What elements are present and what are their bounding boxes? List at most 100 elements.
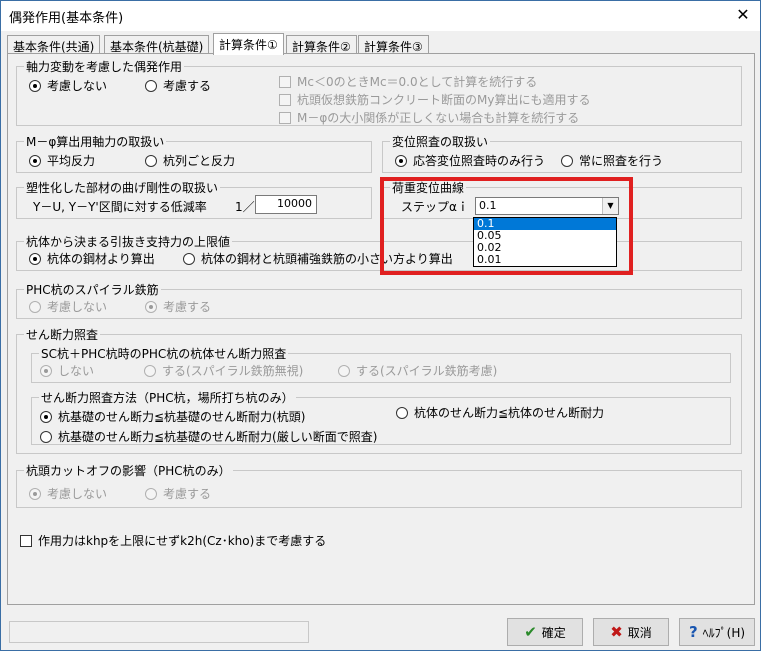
khp-checkbox[interactable]: 作用力はkhpを上限にせずk2h(Cz･kho)まで考慮する xyxy=(20,532,326,549)
radio-label: 杭列ごと反力 xyxy=(163,154,236,168)
radio-dot xyxy=(40,410,52,423)
cutoff-no-radio[interactable]: 考慮しない xyxy=(29,485,107,502)
mphi-group: M－φ算出用軸力の取扱い 平均反力 杭列ごと反力 xyxy=(16,133,372,173)
tab-calc-2[interactable]: 計算条件② xyxy=(286,35,357,54)
window-title: 偶発作用(基本条件) xyxy=(9,11,124,26)
step-label: ステップαｉ xyxy=(401,200,469,214)
shear-group-title: せん断力照査 xyxy=(24,326,101,343)
help-button[interactable]: ? ﾍﾙﾌﾟ(H) xyxy=(679,618,755,646)
phc-spiral-group: PHC杭のスパイラル鉄筋 考慮しない 考慮する xyxy=(16,281,742,319)
axial-no-radio[interactable]: 考慮しない xyxy=(29,77,107,94)
checkbox-box xyxy=(20,534,32,547)
sc-spiral-radio[interactable]: する(スパイラル鉄筋考慮) xyxy=(338,362,497,379)
cross-icon: ✖ xyxy=(610,623,623,641)
tab-panel: 軸力変動を考慮した偶発作用 考慮しない 考慮する Mc＜0のときMc＝0.0とし… xyxy=(7,53,755,605)
disp-check-group-title: 変位照査の取扱い xyxy=(390,133,491,150)
checkbox-label: Mc＜0のときMc＝0.0として計算を続行する xyxy=(297,75,538,89)
radio-dot xyxy=(396,406,408,419)
radio-dot xyxy=(40,364,52,377)
mphi-avg-radio[interactable]: 平均反力 xyxy=(29,152,95,169)
disp-always-radio[interactable]: 常に照査を行う xyxy=(561,152,663,169)
radio-label: 平均反力 xyxy=(47,154,96,168)
pullout-group-title: 杭体から決まる引抜き支持力の上限値 xyxy=(24,233,233,250)
sc-shear-group: SC杭＋PHC杭時のPHC杭の杭体せん断力照査 しない する(スパイラル鉄筋無視… xyxy=(31,345,731,383)
shear-method-group: せん断力照査方法（PHC杭，場所打ち杭のみ） 杭基礎のせん断力≦杭基礎のせん断耐… xyxy=(31,389,731,445)
shear-method-group-title: せん断力照査方法（PHC杭，場所打ち杭のみ） xyxy=(39,389,296,406)
shear-pilebody-radio[interactable]: 杭体のせん断力≦杭体のせん断耐力 xyxy=(396,404,604,421)
pullout-steel-radio[interactable]: 杭体の鋼材より算出 xyxy=(29,250,155,267)
help-button-label: ﾍﾙﾌﾟ(H) xyxy=(702,625,746,640)
radio-dot xyxy=(29,487,41,500)
radio-dot xyxy=(145,487,157,500)
cutoff-yes-radio[interactable]: 考慮する xyxy=(145,485,211,502)
tab-basic-common[interactable]: 基本条件(共通) xyxy=(7,35,101,54)
sc-no-spiral-radio[interactable]: する(スパイラル鉄筋無視) xyxy=(144,362,303,379)
checkbox-label: M－φの大小関係が正しくない場合も計算を続行する xyxy=(297,111,580,125)
radio-label: 考慮する xyxy=(163,79,212,93)
radio-label: する(スパイラル鉄筋考慮) xyxy=(356,364,498,378)
radio-dot xyxy=(145,300,157,313)
pullout-group: 杭体から決まる引抜き支持力の上限値 杭体の鋼材より算出 杭体の鋼材と杭頭補強鉄筋… xyxy=(16,233,742,271)
spiral-yes-radio[interactable]: 考慮する xyxy=(145,298,211,315)
check-icon: ✔ xyxy=(524,623,537,641)
radio-dot xyxy=(395,154,407,167)
radio-label: 考慮する xyxy=(163,487,212,501)
checkbox-label: 作用力はkhpを上限にせずk2h(Cz･kho)まで考慮する xyxy=(38,534,327,548)
radio-label: しない xyxy=(58,364,95,378)
tab-basic-pile[interactable]: 基本条件(杭基礎) xyxy=(104,35,210,54)
shear-pilehead-radio[interactable]: 杭基礎のせん断力≦杭基礎のせん断耐力(杭頭) xyxy=(40,408,305,425)
radio-dot xyxy=(338,364,350,377)
ok-button-label: 確定 xyxy=(541,625,566,640)
chevron-down-icon[interactable]: ▼ xyxy=(602,198,618,214)
load-curve-group: 荷重変位曲線 ステップαｉ 0.1 ▼ xyxy=(382,179,742,219)
radio-dot xyxy=(144,364,156,377)
radio-label: 応答変位照査時のみ行う xyxy=(413,154,546,168)
cancel-button[interactable]: ✖ 取消 xyxy=(593,618,669,646)
axial-group-title: 軸力変動を考慮した偶発作用 xyxy=(24,58,185,75)
radio-label: する(スパイラル鉄筋無視) xyxy=(162,364,304,378)
title-bar: 偶発作用(基本条件) ✕ xyxy=(1,1,760,31)
plastic-group: 塑性化した部材の曲げ剛性の取扱い Y－U, Y－Y'区間に対する低減率 1／ 1… xyxy=(16,179,372,219)
disp-check-group: 変位照査の取扱い 応答変位照査時のみ行う 常に照査を行う xyxy=(382,133,742,173)
reduction-label: Y－U, Y－Y'区間に対する低減率 xyxy=(33,200,207,214)
tab-calc-3[interactable]: 計算条件③ xyxy=(358,35,429,54)
radio-dot xyxy=(29,79,41,92)
cutoff-group-title: 杭頭カットオフの影響（PHC杭のみ） xyxy=(24,462,233,479)
ok-button[interactable]: ✔ 確定 xyxy=(507,618,583,646)
my-apply-checkbox[interactable]: 杭頭仮想鉄筋コンクリート断面のMy算出にも適用する xyxy=(279,91,590,108)
sc-none-radio[interactable]: しない xyxy=(40,362,94,379)
status-bar xyxy=(9,621,309,643)
mphi-row-radio[interactable]: 杭列ごと反力 xyxy=(145,152,235,169)
checkbox-label: 杭頭仮想鉄筋コンクリート断面のMy算出にも適用する xyxy=(297,93,591,107)
step-dropdown-list: 0.1 0.05 0.02 0.01 xyxy=(473,217,617,267)
reduction-input[interactable]: 10000 xyxy=(255,195,317,214)
radio-dot xyxy=(561,154,573,167)
step-option[interactable]: 0.01 xyxy=(474,254,616,266)
load-curve-group-title: 荷重変位曲線 xyxy=(390,179,467,196)
step-select-value: 0.1 xyxy=(479,199,497,212)
reduction-prefix: 1／ xyxy=(235,200,255,214)
pullout-min-radio[interactable]: 杭体の鋼材と杭頭補強鉄筋の小さい方より算出 xyxy=(183,250,453,267)
shear-severe-radio[interactable]: 杭基礎のせん断力≦杭基礎のせん断耐力(厳しい断面で照査) xyxy=(40,428,377,445)
close-icon[interactable]: ✕ xyxy=(730,3,756,27)
sc-shear-group-title: SC杭＋PHC杭時のPHC杭の杭体せん断力照査 xyxy=(39,345,289,362)
radio-dot xyxy=(145,79,157,92)
radio-label: 考慮しない xyxy=(47,79,108,93)
radio-label: 杭体のせん断力≦杭体のせん断耐力 xyxy=(414,406,605,420)
cancel-button-label: 取消 xyxy=(627,625,652,640)
axial-group: 軸力変動を考慮した偶発作用 考慮しない 考慮する Mc＜0のときMc＝0.0とし… xyxy=(16,58,742,126)
shear-group: せん断力照査 SC杭＋PHC杭時のPHC杭の杭体せん断力照査 しない する(スパ… xyxy=(16,326,742,454)
radio-label: 考慮しない xyxy=(47,487,108,501)
radio-dot xyxy=(183,252,195,265)
radio-dot xyxy=(29,154,41,167)
mphi-continue-checkbox[interactable]: M－φの大小関係が正しくない場合も計算を続行する xyxy=(279,109,579,126)
mc-continue-checkbox[interactable]: Mc＜0のときMc＝0.0として計算を続行する xyxy=(279,73,537,90)
spiral-no-radio[interactable]: 考慮しない xyxy=(29,298,107,315)
tab-calc-1[interactable]: 計算条件① xyxy=(213,33,284,55)
step-select[interactable]: 0.1 ▼ xyxy=(475,197,619,215)
mphi-group-title: M－φ算出用軸力の取扱い xyxy=(24,133,167,150)
radio-dot xyxy=(145,154,157,167)
axial-yes-radio[interactable]: 考慮する xyxy=(145,77,211,94)
disp-response-radio[interactable]: 応答変位照査時のみ行う xyxy=(395,152,545,169)
radio-label: 杭体の鋼材と杭頭補強鉄筋の小さい方より算出 xyxy=(201,252,453,266)
